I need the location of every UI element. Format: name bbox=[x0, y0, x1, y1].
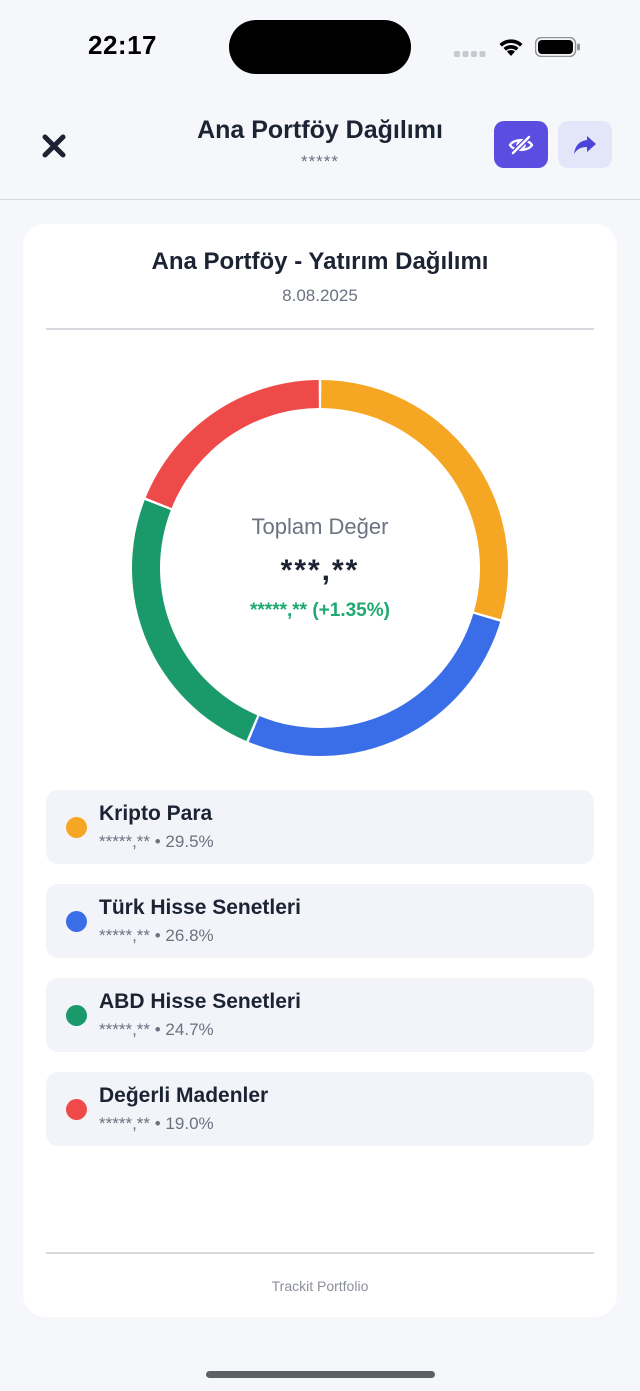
legend-item[interactable]: Kripto Para *****,** • 29.5% bbox=[46, 790, 594, 864]
eye-slash-icon bbox=[508, 134, 534, 155]
home-indicator[interactable] bbox=[206, 1371, 435, 1378]
hide-values-button[interactable] bbox=[494, 121, 548, 168]
wifi-icon bbox=[499, 39, 523, 56]
share-button[interactable] bbox=[558, 121, 612, 168]
portfolio-card: Ana Portföy - Yatırım Dağılımı 8.08.2025… bbox=[23, 224, 617, 1317]
legend-color-dot bbox=[66, 1005, 87, 1026]
battery-icon bbox=[535, 37, 580, 57]
cellular-signal-icon bbox=[454, 51, 486, 57]
status-time: 22:17 bbox=[88, 30, 157, 60]
footer-brand: Trackit Portfolio bbox=[271, 1278, 369, 1294]
legend-item[interactable]: ABD Hisse Senetleri *****,** • 24.7% bbox=[46, 978, 594, 1052]
legend-detail: *****,** • 29.5% bbox=[99, 832, 214, 851]
legend-color-dot bbox=[66, 817, 87, 838]
status-bar: 22:17 bbox=[0, 0, 640, 96]
footer-divider bbox=[46, 1252, 594, 1254]
legend-name: ABD Hisse Senetleri bbox=[99, 990, 301, 1013]
total-value: ***,** bbox=[280, 554, 360, 587]
legend-item[interactable]: Türk Hisse Senetleri *****,** • 26.8% bbox=[46, 884, 594, 958]
divider bbox=[46, 328, 594, 330]
legend-detail: *****,** • 26.8% bbox=[99, 926, 214, 945]
legend-detail: *****,** • 24.7% bbox=[99, 1020, 214, 1039]
total-value-label: Toplam Değer bbox=[251, 514, 389, 539]
card-date: 8.08.2025 bbox=[282, 286, 358, 305]
card-title: Ana Portföy - Yatırım Dağılımı bbox=[151, 248, 489, 275]
donut-slice-t-rk-hisse-senetleri[interactable] bbox=[248, 613, 501, 756]
dynamic-island bbox=[229, 20, 411, 74]
legend-name: Kripto Para bbox=[99, 802, 213, 825]
legend-color-dot bbox=[66, 911, 87, 932]
legend-name: Değerli Madenler bbox=[99, 1084, 269, 1107]
total-change: *****,** (+1.35%) bbox=[250, 600, 390, 621]
legend-color-dot bbox=[66, 1099, 87, 1120]
donut-slice-de-erli-madenler[interactable] bbox=[145, 380, 319, 509]
legend-detail: *****,** • 19.0% bbox=[99, 1114, 214, 1133]
share-arrow-icon bbox=[574, 135, 596, 154]
legend-name: Türk Hisse Senetleri bbox=[99, 896, 301, 919]
legend-item[interactable]: Değerli Madenler *****,** • 19.0% bbox=[46, 1072, 594, 1146]
navigation-bar: Ana Portföy Dağılımı ***** bbox=[0, 96, 640, 200]
